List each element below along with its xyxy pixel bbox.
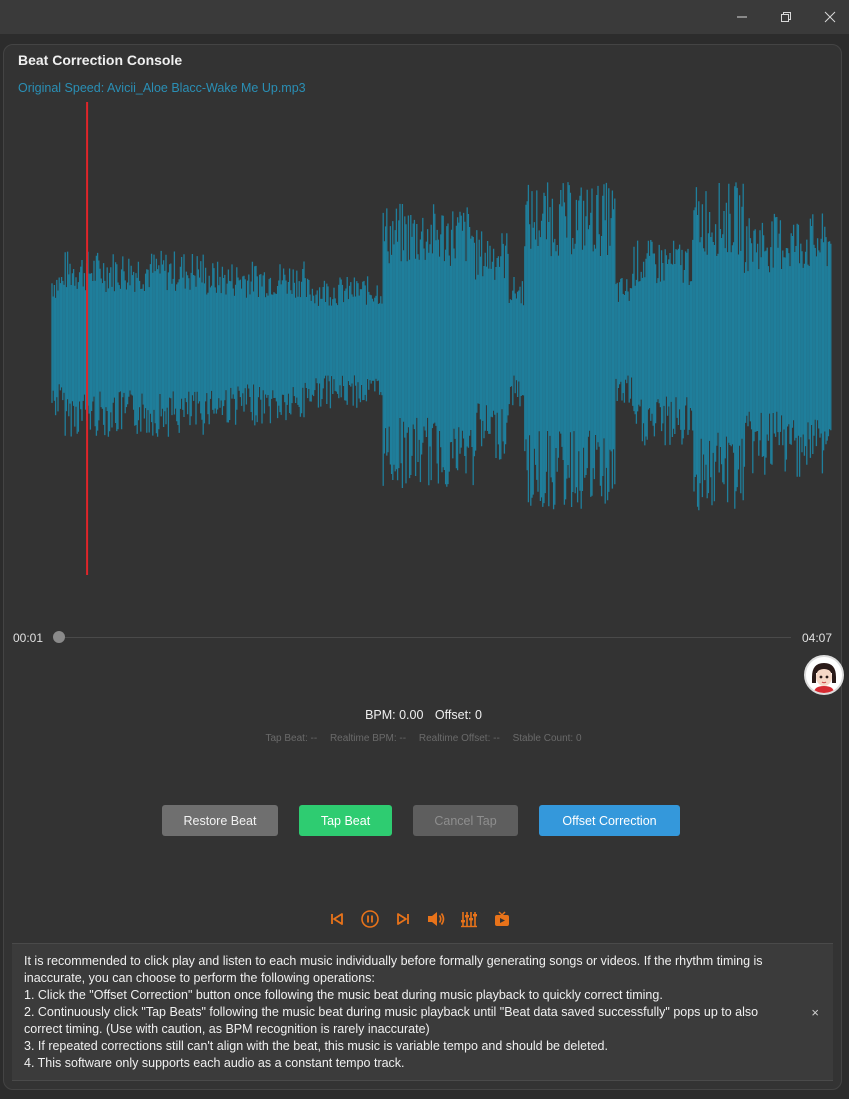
tap-beat-button[interactable]: Tap Beat xyxy=(299,805,392,836)
waveform-bars xyxy=(51,182,832,511)
pause-icon[interactable] xyxy=(359,908,380,930)
restore-beat-button[interactable]: Restore Beat xyxy=(162,805,278,836)
minimize-icon[interactable] xyxy=(720,0,764,34)
tap-beat-stat: Tap Beat: -- xyxy=(265,733,318,744)
offset-value: Offset: 0 xyxy=(434,708,482,722)
progress-track[interactable] xyxy=(56,637,791,638)
tv-icon[interactable] xyxy=(491,908,512,930)
stable-count-stat: Stable Count: 0 xyxy=(512,733,582,744)
equalizer-icon[interactable] xyxy=(458,908,479,930)
instruction-step-3: 3. If repeated corrections still can't a… xyxy=(24,1039,608,1053)
total-time: 04:07 xyxy=(802,631,833,645)
next-icon[interactable] xyxy=(392,908,413,930)
bpm-value: BPM: 0.00 xyxy=(365,708,424,722)
instruction-step-1: 1. Click the "Offset Correction" button … xyxy=(24,988,663,1002)
prev-icon[interactable] xyxy=(326,908,347,930)
progress-knob[interactable] xyxy=(53,631,65,643)
close-icon[interactable] xyxy=(808,0,849,34)
playback-controls xyxy=(326,908,512,930)
bpm-readout: BPM: 0.00 Offset: 0 xyxy=(4,708,843,722)
restore-icon[interactable] xyxy=(764,0,808,34)
current-time: 00:01 xyxy=(13,631,44,645)
beat-correction-panel: Beat Correction Console Original Speed: … xyxy=(3,44,844,1090)
realtime-bpm-stat: Realtime BPM: -- xyxy=(329,733,407,744)
offset-correction-button[interactable]: Offset Correction xyxy=(539,805,680,836)
instruction-step-4: 4. This software only supports each audi… xyxy=(24,1056,405,1070)
waveform-display[interactable] xyxy=(4,45,843,605)
instruction-intro: It is recommended to click play and list… xyxy=(24,954,763,985)
instructions-box: It is recommended to click play and list… xyxy=(12,943,833,1081)
title-bar xyxy=(0,0,849,34)
instruction-step-2: 2. Continuously click "Tap Beats" follow… xyxy=(24,1005,759,1036)
assistant-avatar[interactable] xyxy=(804,655,844,695)
tap-stats: Tap Beat: -- Realtime BPM: -- Realtime O… xyxy=(4,733,843,744)
volume-icon[interactable] xyxy=(425,908,446,930)
realtime-offset-stat: Realtime Offset: -- xyxy=(418,733,500,744)
close-instructions-button[interactable]: × xyxy=(811,1004,819,1021)
cancel-tap-button[interactable]: Cancel Tap xyxy=(413,805,518,836)
